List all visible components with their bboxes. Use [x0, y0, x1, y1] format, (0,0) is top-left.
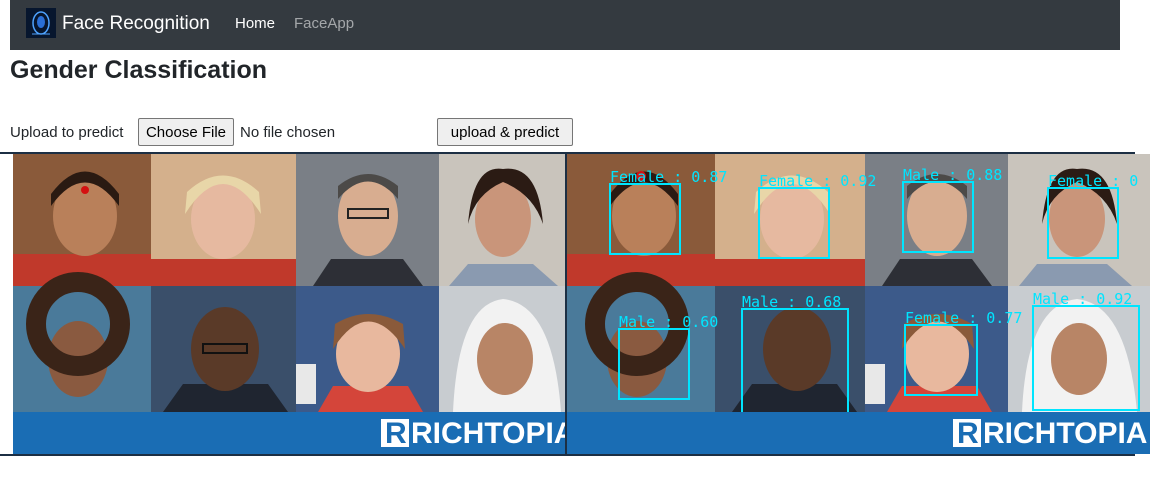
svg-text:R: R — [385, 417, 407, 450]
result-area: R RICHTOPIA Female: 0.87 Female: 0.92 … — [0, 152, 1150, 458]
detection-label: Male : 0.60 — [619, 313, 718, 331]
nav-link-home[interactable]: Home — [235, 15, 275, 33]
detection-label: Female : 0.87 — [610, 168, 727, 186]
nav-link-faceapp[interactable]: FaceApp — [294, 15, 354, 33]
file-status-text: No file chosen — [240, 124, 336, 141]
detection-label: Male : 0.88 — [903, 166, 1002, 184]
svg-text:R: R — [957, 417, 979, 450]
upload-label: Upload to predict — [10, 124, 124, 141]
upload-predict-button[interactable]: upload & predict — [437, 118, 573, 146]
page-title: Gender Classification — [10, 56, 268, 84]
watermark-text: RICHTOPIA — [983, 417, 1147, 450]
brand-title[interactable]: Face Recognition — [62, 13, 210, 35]
detection-label: Male : 0.68 — [742, 293, 841, 311]
divider — [0, 454, 1135, 456]
navbar: Face Recognition Home FaceApp — [10, 0, 1120, 50]
detection-label: Female : 0 — [1048, 172, 1138, 190]
brand-logo-icon[interactable] — [26, 8, 56, 38]
detection-label: Male : 0.92 — [1033, 290, 1132, 308]
watermark-text: RICHTOPIA — [411, 417, 565, 450]
original-image: R RICHTOPIA — [13, 154, 565, 454]
choose-file-button[interactable]: Choose File — [138, 118, 234, 146]
detection-label: Female : 0.77 — [905, 309, 1022, 327]
prediction-image: Female : 0.87 Female : 0.92 Male : 0.88 … — [567, 154, 1150, 454]
detection-label: Female : 0.92 — [759, 172, 876, 190]
